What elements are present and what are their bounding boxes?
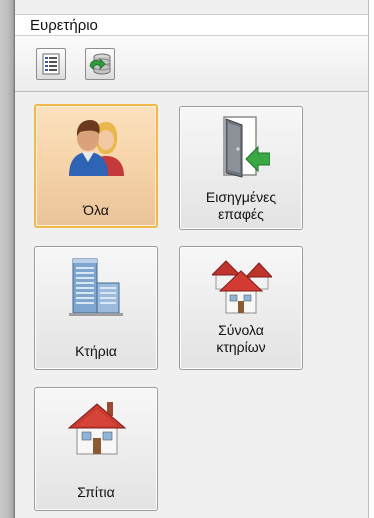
door-arrow-icon [223,116,270,178]
tile-houses[interactable]: Σπίτια [34,387,158,511]
tile-all[interactable]: Όλα [34,104,158,228]
database-refresh-button[interactable] [85,48,115,80]
toolbar [15,36,368,92]
tile-building-groups[interactable]: Σύνολα κτηρίων [179,246,303,370]
tile-label: Σπίτια [77,484,115,500]
tile-label: Όλα [83,202,109,218]
database-refresh-icon [89,53,111,75]
tile-label-line2: επαφές [218,206,264,222]
tile-label-line1: Εισηγμένες [205,189,277,205]
list-icon [42,53,60,75]
tile-buildings[interactable]: Κτήρια [34,246,158,370]
window-frame-right [368,0,374,518]
panel-title-bar: Ευρετήριο [15,14,368,36]
building-icon [69,258,123,316]
list-button[interactable] [36,48,66,80]
people-icon [69,120,124,176]
tile-imported-contacts[interactable]: Εισηγμένες επαφές [179,106,303,230]
house-icon [67,402,127,455]
tile-label-line1: Σύνολα [218,322,264,338]
tile-label-line2: κτηρίων [216,339,266,355]
tile-label: Κτήρια [75,343,117,359]
index-panel: Ευρετήριο Όλα Εισηγμένες επαφές Κτήρια Σ… [14,0,368,518]
panel-title: Ευρετήριο [30,17,98,34]
houses-group-icon [212,260,272,314]
window-frame-left [0,0,14,518]
